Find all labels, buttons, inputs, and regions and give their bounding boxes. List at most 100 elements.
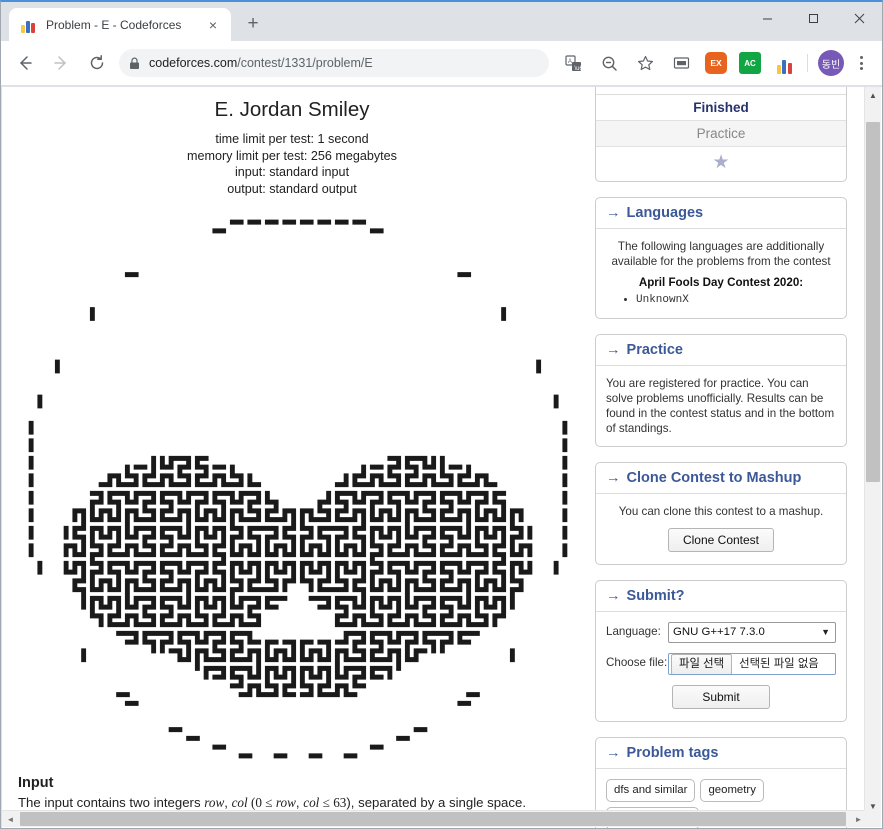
- forward-arrow-icon[interactable]: [46, 48, 76, 78]
- languages-title-label: Languages: [626, 205, 704, 221]
- zoom-out-icon[interactable]: [594, 48, 624, 78]
- profile-avatar[interactable]: 동빈: [818, 50, 844, 76]
- toolbar-right-group: A\u6587 EX AC 동빈: [555, 48, 876, 78]
- var-row: row: [204, 795, 225, 810]
- toolbar-divider: [807, 54, 808, 72]
- tag-item[interactable]: geometry: [700, 779, 764, 802]
- languages-box: → Languages The following languages are …: [595, 197, 847, 319]
- horizontal-scrollbar[interactable]: ◄ ►: [2, 810, 867, 827]
- arrow-icon: →: [606, 745, 621, 761]
- list-item: UnknownX: [636, 293, 836, 308]
- browser-toolbar: codeforces.com/contest/1331/problem/E A \…: [1, 41, 882, 85]
- time-limit: time limit per test: 1 second: [215, 132, 369, 146]
- close-icon[interactable]: [836, 2, 882, 34]
- sep1: ,: [224, 795, 232, 810]
- scroll-up-icon[interactable]: ▲: [865, 87, 881, 104]
- back-arrow-icon[interactable]: [10, 48, 40, 78]
- extension-ex-icon[interactable]: EX: [705, 52, 727, 74]
- practice-box: → Practice You are registered for practi…: [595, 334, 847, 447]
- languages-intro: The following languages are additionally…: [611, 240, 831, 268]
- input-spec: input: standard input: [234, 165, 350, 179]
- practice-box-body: You are registered for practice. You can…: [606, 377, 835, 435]
- file-input[interactable]: 파일 선택 선택된 파일 없음: [668, 653, 836, 675]
- extension-codeforces-icon[interactable]: [773, 52, 795, 74]
- scrollbar-corner: [864, 810, 881, 827]
- input-text-b: ), separated by a single space.: [346, 795, 526, 810]
- choose-file-button[interactable]: 파일 선택: [671, 654, 733, 674]
- languages-box-body: The following languages are additionally…: [596, 229, 846, 318]
- arrow-icon: →: [606, 205, 621, 221]
- language-row: Language: GNU G++17 7.3.0 ▼: [606, 622, 836, 643]
- var-col: col: [231, 795, 248, 810]
- tab-title: Problem - E - Codeforces: [46, 17, 182, 32]
- jordan-smiley-maze-figure: [18, 209, 578, 769]
- extension-ac-icon[interactable]: AC: [739, 52, 761, 74]
- clone-box-body: You can clone this contest to a mashup. …: [596, 494, 846, 564]
- input-text-a: The input contains two integers: [18, 795, 205, 810]
- clone-contest-box: → Clone Contest to Mashup You can clone …: [595, 462, 847, 565]
- submit-title-label: Submit?: [626, 588, 685, 604]
- tab-strip: Problem - E - Codeforces × +: [1, 2, 882, 41]
- page-content: E. Jordan Smiley time limit per test: 1 …: [2, 87, 864, 828]
- input-heading: Input: [18, 775, 54, 791]
- page-viewport: E. Jordan Smiley time limit per test: 1 …: [2, 87, 882, 828]
- maze-curve: [28, 219, 568, 759]
- arrow-icon: →: [606, 588, 621, 604]
- choose-file-label: Choose file:: [606, 656, 668, 669]
- horizontal-scrollbar-thumb[interactable]: [20, 812, 846, 826]
- clone-box-title: → Clone Contest to Mashup: [596, 463, 846, 494]
- cast-icon[interactable]: [666, 48, 696, 78]
- vertical-scrollbar[interactable]: ▲ ▼: [864, 87, 881, 815]
- new-tab-button[interactable]: +: [239, 10, 267, 38]
- clone-contest-button[interactable]: Clone Contest: [667, 528, 775, 552]
- window-controls: [744, 2, 882, 34]
- browser-window: Problem - E - Codeforces × + codeforces.…: [0, 0, 883, 829]
- browser-tab[interactable]: Problem - E - Codeforces ×: [9, 8, 231, 41]
- favourite-star-row[interactable]: ★: [596, 147, 846, 181]
- tags-title-label: Problem tags: [626, 745, 719, 761]
- tab-close-icon[interactable]: ×: [203, 15, 223, 35]
- submit-button[interactable]: Submit: [672, 685, 770, 709]
- tags-box-title: → Problem tags: [596, 738, 846, 769]
- svg-text:\u6587: \u6587: [574, 66, 582, 72]
- star-icon[interactable]: ★: [712, 152, 729, 173]
- minimize-icon[interactable]: [744, 2, 790, 34]
- practice-title-label: Practice: [626, 342, 683, 358]
- address-bar[interactable]: codeforces.com/contest/1331/problem/E: [119, 49, 549, 77]
- languages-contest-name: April Fools Day Contest 2020:: [638, 276, 804, 289]
- vertical-scrollbar-thumb[interactable]: [866, 122, 880, 482]
- tag-item[interactable]: dfs and similar: [606, 779, 696, 802]
- kebab-menu-icon[interactable]: [848, 48, 874, 78]
- chevron-down-icon: ▼: [821, 627, 830, 637]
- address-bar-url: codeforces.com/contest/1331/problem/E: [149, 56, 373, 70]
- arrow-icon: →: [606, 470, 621, 486]
- reload-icon[interactable]: [82, 48, 112, 78]
- language-select[interactable]: GNU G++17 7.3.0 ▼: [668, 622, 836, 643]
- memory-limit: memory limit per test: 256 megabytes: [187, 148, 397, 163]
- language-label: Language:: [606, 625, 661, 638]
- le-1: ≤: [265, 795, 273, 810]
- problem-properties: time limit per test: 1 second memory lim…: [18, 131, 566, 197]
- file-status-label: 선택된 파일 없음: [739, 657, 819, 670]
- submit-box-body: Language: GNU G++17 7.3.0 ▼ Choose file:…: [596, 612, 846, 721]
- lock-icon: [129, 57, 140, 70]
- scroll-left-icon[interactable]: ◄: [2, 811, 19, 828]
- maximize-icon[interactable]: [790, 2, 836, 34]
- output-spec: output: standard output: [227, 181, 357, 196]
- page-title: E. Jordan Smiley: [214, 98, 370, 121]
- bookmark-star-icon[interactable]: [630, 48, 660, 78]
- sidebar: April Fools Day Contest 2020 Finished Pr…: [595, 87, 847, 828]
- submit-box-title: → Submit?: [596, 581, 846, 612]
- choose-file-row: Choose file: 파일 선택 선택된 파일 없음: [606, 653, 836, 675]
- clone-title-label: Clone Contest to Mashup: [626, 470, 802, 486]
- var-col-2: col: [303, 795, 323, 810]
- maze-svg: [28, 219, 568, 759]
- clone-description: You can clone this contest to a mashup.: [618, 505, 824, 518]
- contest-status-practice[interactable]: Practice: [596, 121, 846, 147]
- translate-icon[interactable]: A\u6587: [558, 48, 588, 78]
- practice-box-title: → Practice: [596, 335, 846, 366]
- le-2: ≤: [322, 795, 330, 810]
- var-row-2: row: [272, 795, 296, 810]
- contest-link-clipped[interactable]: April Fools Day Contest 2020: [596, 87, 846, 95]
- contest-status-box: April Fools Day Contest 2020 Finished Pr…: [595, 87, 847, 182]
